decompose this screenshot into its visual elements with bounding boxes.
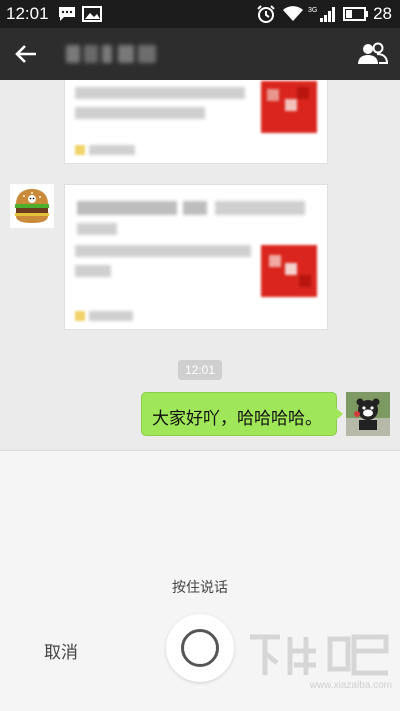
hold-to-talk-hint: 按住说话	[172, 580, 228, 596]
watermark-logo	[250, 634, 389, 676]
record-button[interactable]	[166, 614, 234, 682]
nav-bar	[0, 28, 400, 80]
status-bar: 12:01 3G 28	[0, 0, 400, 28]
battery-icon	[343, 7, 368, 21]
sent-message-bubble[interactable]: 大家好吖，哈哈哈哈。	[141, 392, 337, 436]
watermark: www.xiazaiba.com	[244, 631, 394, 691]
link-thumbnail	[261, 81, 317, 133]
signal-icon: 3G	[308, 7, 335, 22]
record-icon	[181, 629, 219, 667]
group-members-icon[interactable]	[356, 40, 390, 68]
avatar-bear[interactable]	[346, 392, 390, 436]
alarm-icon	[257, 5, 275, 23]
message-icon	[59, 7, 75, 21]
voice-input-panel: 按住说话 取消 www.xiazaiba.com	[0, 450, 400, 711]
image-icon	[82, 6, 102, 22]
svg-text:3G: 3G	[308, 7, 317, 14]
chat-area[interactable]: 12:01 大家好吖，哈哈哈哈。	[0, 80, 400, 450]
link-card-message[interactable]	[64, 184, 328, 330]
link-thumbnail	[261, 245, 317, 297]
back-arrow-icon[interactable]	[10, 38, 42, 70]
sent-message-text: 大家好吖，哈哈哈哈。	[152, 409, 322, 429]
watermark-site: www.xiazaiba.com	[309, 680, 392, 691]
battery-percent: 28	[373, 4, 392, 23]
avatar-burger[interactable]	[10, 184, 54, 228]
cancel-button[interactable]: 取消	[44, 638, 78, 663]
link-card-message[interactable]	[64, 80, 328, 164]
status-time: 12:01	[6, 4, 49, 23]
bubble-tail	[336, 408, 343, 420]
chat-title-blurred	[66, 43, 162, 65]
wifi-icon	[283, 6, 303, 21]
message-timestamp: 12:01	[178, 360, 222, 380]
